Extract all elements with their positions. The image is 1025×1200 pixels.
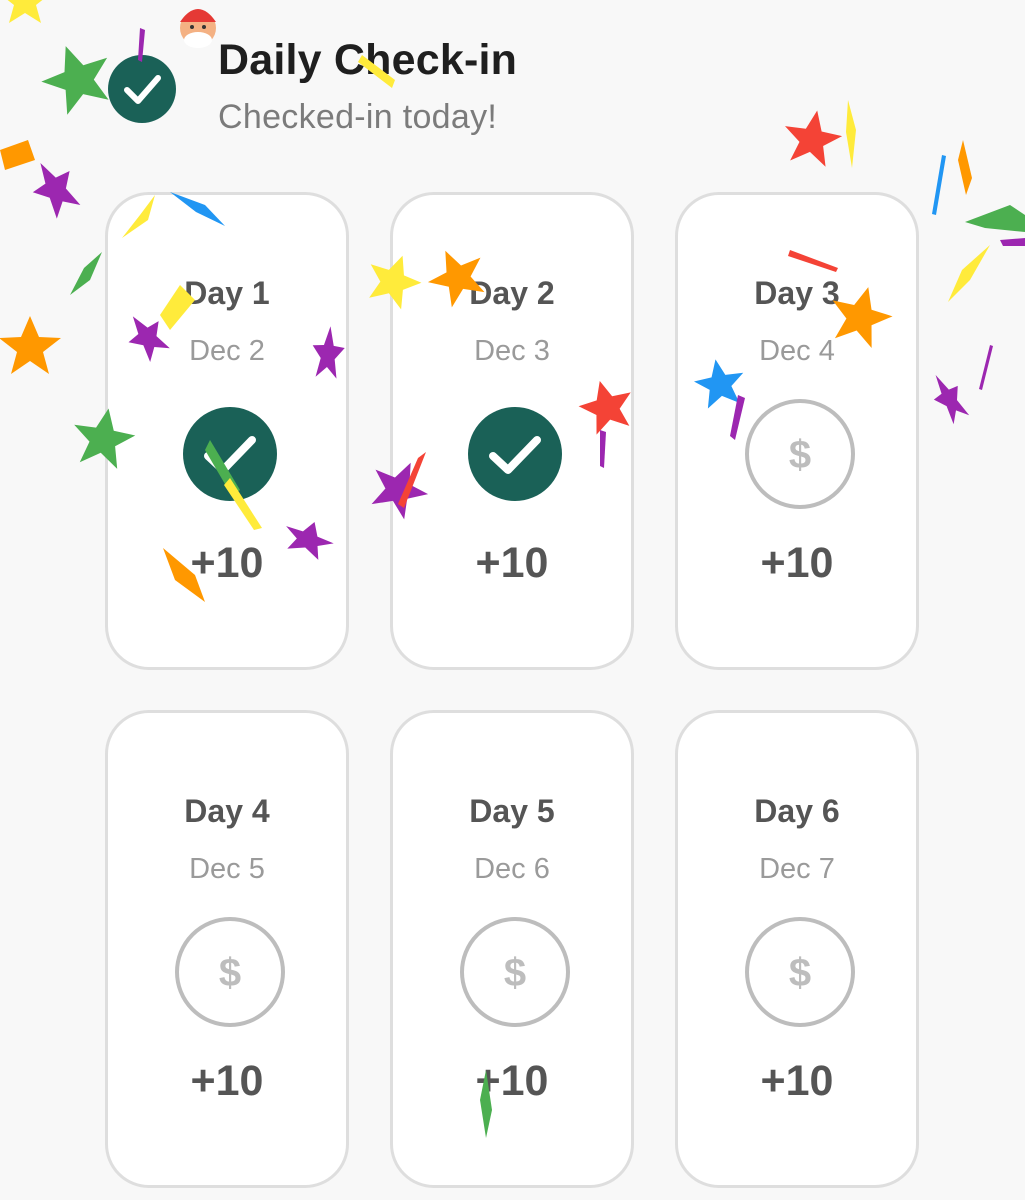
confetti-piece <box>1000 238 1025 246</box>
confetti-star <box>32 162 81 219</box>
day-label: Day 3 <box>754 275 840 311</box>
day-label: Day 5 <box>469 793 555 829</box>
coin-symbol: $ <box>789 951 811 995</box>
day-card-5[interactable]: Day 5 Dec 6 $ +10 <box>390 710 634 1188</box>
confetti-piece <box>70 252 102 295</box>
checkin-status-text: Checked-in today! <box>218 98 498 136</box>
coin-symbol: $ <box>789 433 811 477</box>
coin-symbol: $ <box>504 951 526 995</box>
day-reward: +10 <box>760 1057 834 1105</box>
day-label: Day 1 <box>184 275 270 311</box>
day-date: Dec 5 <box>189 853 265 885</box>
confetti-star <box>7 0 43 23</box>
day-date: Dec 4 <box>759 335 835 367</box>
day-reward: +10 <box>475 1057 549 1105</box>
page-title: Daily Check-in <box>218 36 518 84</box>
day-date: Dec 7 <box>759 853 835 885</box>
confetti-piece <box>0 140 35 170</box>
day-reward: +10 <box>190 539 264 587</box>
confetti-piece <box>965 205 1025 232</box>
day-date: Dec 2 <box>189 335 265 367</box>
day-date: Dec 3 <box>474 335 550 367</box>
confetti-star <box>933 375 970 425</box>
confetti-star <box>785 110 843 167</box>
day-card-6[interactable]: Day 6 Dec 7 $ +10 <box>675 710 919 1188</box>
confetti-piece <box>979 345 993 390</box>
day-card-3[interactable]: Day 3 Dec 4 $ +10 <box>675 192 919 670</box>
coin-icon: $ <box>174 916 286 1028</box>
coin-icon: $ <box>744 916 856 1028</box>
day-card-1[interactable]: Day 1 Dec 2 +10 <box>105 192 349 670</box>
day-label: Day 2 <box>469 275 555 311</box>
daily-checkin-screen: Daily Check-in Checked-in today! Day 1 D… <box>0 0 1025 1200</box>
confetti-piece <box>948 245 990 302</box>
confetti-piece <box>958 140 972 195</box>
confetti-star <box>0 316 61 374</box>
day-date: Dec 6 <box>474 853 550 885</box>
day-card-2[interactable]: Day 2 Dec 3 +10 <box>390 192 634 670</box>
day-label: Day 4 <box>184 793 270 829</box>
coin-symbol: $ <box>219 951 241 995</box>
coin-icon: $ <box>744 398 856 510</box>
day-card-4[interactable]: Day 4 Dec 5 $ +10 <box>105 710 349 1188</box>
confetti-piece <box>932 155 946 215</box>
day-reward: +10 <box>190 1057 264 1105</box>
confetti-piece <box>846 100 856 168</box>
day-label: Day 6 <box>754 793 840 829</box>
day-reward: +10 <box>475 539 549 587</box>
check-circle-icon <box>459 398 571 510</box>
coin-icon: $ <box>459 916 571 1028</box>
check-circle-icon <box>108 55 176 123</box>
day-reward: +10 <box>760 539 834 587</box>
check-circle-icon <box>174 398 286 510</box>
mascot-icon <box>180 9 216 48</box>
